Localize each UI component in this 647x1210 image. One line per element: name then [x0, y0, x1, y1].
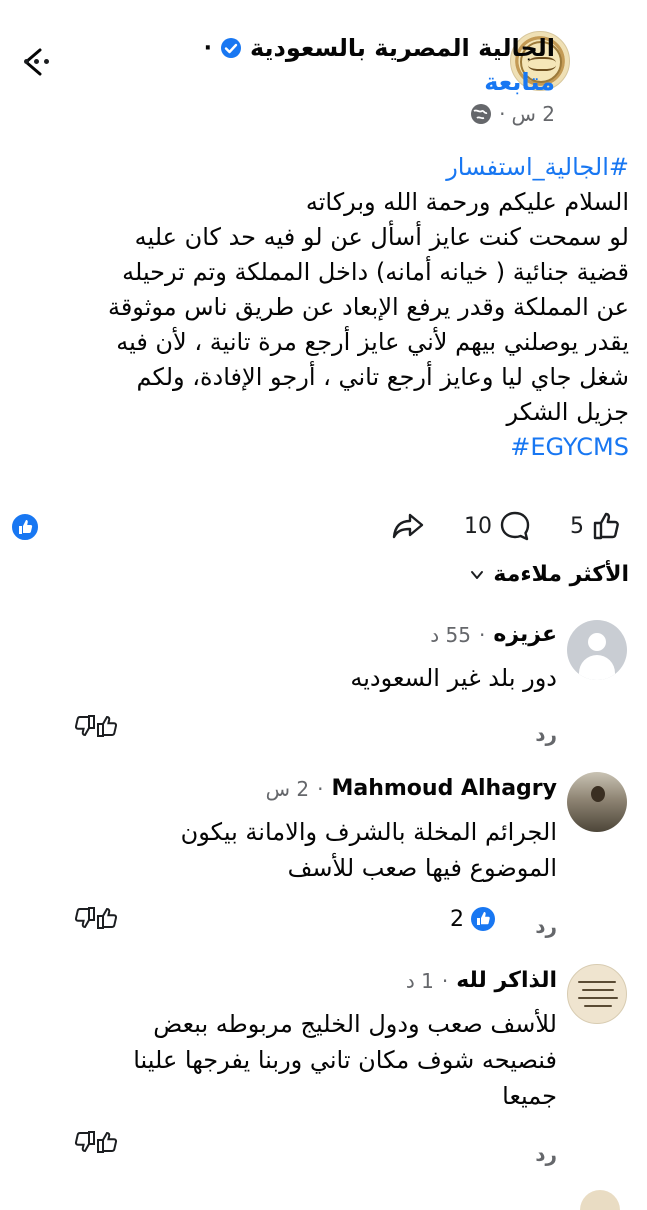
comment-like-count: 2 — [450, 906, 464, 932]
hashtag[interactable]: #الجالية_استفسار — [29, 150, 629, 185]
comment-separator: · — [317, 776, 324, 801]
comment-like-button[interactable] — [70, 1128, 122, 1162]
comment-line: الموضوع فيها صعب للأسف — [287, 854, 557, 882]
like-dislike-icon — [74, 907, 118, 929]
comment-text: دور بلد غير السعوديه — [17, 660, 557, 696]
sort-label: الأكثر ملاءمة — [493, 562, 629, 587]
comment-separator: · — [441, 968, 449, 993]
post-line: قضية جنائية ( خيانه أمانه) داخل المملكة … — [122, 258, 629, 286]
more-options-button[interactable] — [24, 48, 50, 74]
page-name[interactable]: الجالية المصرية بالسعودية — [250, 34, 555, 62]
title-separator: · — [203, 35, 212, 61]
meta-separator: · — [499, 102, 506, 126]
comment-like-button[interactable] — [70, 904, 122, 938]
comment-line: للأسف صعب ودول الخليج مربوطه ببعض — [153, 1010, 557, 1038]
reply-button[interactable]: رد — [535, 722, 557, 746]
post-meta: · 2 س — [469, 102, 555, 126]
comment-text: الجرائم المخلة بالشرف والامانة بيكون الم… — [17, 814, 557, 886]
avatar[interactable] — [567, 964, 627, 1024]
post-text: #الجالية_استفسار السلام عليكم ورحمة الله… — [29, 150, 629, 465]
share-button[interactable] — [390, 504, 426, 548]
avatar[interactable] — [567, 772, 627, 832]
thumbs-up-icon — [593, 512, 619, 540]
like-count: 5 — [570, 513, 584, 539]
comment-sort-dropdown[interactable]: الأكثر ملاءمة — [469, 562, 629, 587]
dot-icon — [24, 58, 29, 64]
dot-icon — [44, 58, 49, 64]
comment-like-button[interactable] — [70, 712, 122, 746]
avatar[interactable] — [567, 620, 627, 680]
comment-time[interactable]: 1 د — [406, 969, 434, 993]
like-reaction-icon — [471, 907, 495, 931]
comment-header: عزيزه · 55 د — [430, 622, 557, 647]
post-line: عن المملكة وقدر يرفع الإبعاد عن طريق ناس… — [107, 293, 629, 321]
like-dislike-icon — [74, 715, 118, 737]
like-button[interactable]: 5 — [570, 504, 624, 548]
chevron-down-icon — [471, 570, 484, 579]
post-line: لو سمحت كنت عايز أسأل عن لو فيه حد كان ع… — [134, 223, 629, 251]
comment-author[interactable]: الذاكر لله — [456, 968, 557, 993]
post-line: السلام عليكم ورحمة الله وبركاته — [305, 188, 629, 216]
comment-button[interactable]: 10 — [464, 504, 532, 548]
page-title-row: الجالية المصرية بالسعودية · — [85, 28, 555, 68]
post-time: 2 س — [511, 102, 555, 126]
comment-reactions[interactable]: 2 — [450, 906, 496, 932]
comment-icon — [500, 511, 530, 541]
comment-separator: · — [478, 622, 486, 647]
comment-author[interactable]: Mahmoud Alhagry — [331, 776, 557, 801]
follow-button[interactable]: متابعة — [484, 68, 555, 96]
comment-count: 10 — [464, 513, 492, 539]
comment-author[interactable]: عزيزه — [493, 622, 557, 647]
reply-button[interactable]: رد — [535, 914, 557, 938]
comment-text: للأسف صعب ودول الخليج مربوطه ببعض فنصيحه… — [17, 1006, 557, 1114]
dot-icon — [34, 58, 39, 64]
like-dislike-icon — [74, 1131, 118, 1153]
share-icon — [392, 513, 424, 539]
reply-button[interactable]: رد — [535, 1142, 557, 1166]
post-line: جزيل الشكر — [506, 398, 629, 426]
comment-line: فنصيحه شوف مكان تاني وربنا يفرجها علينا — [133, 1046, 557, 1074]
hashtag[interactable]: #EGYCMS — [29, 430, 629, 465]
globe-icon — [471, 104, 492, 124]
comment-header: الذاكر لله · 1 د — [406, 968, 557, 993]
comment-header: 2 س · Mahmoud Alhagry — [266, 776, 557, 801]
comment-line: دور بلد غير السعوديه — [350, 664, 557, 692]
like-reaction-icon[interactable] — [10, 512, 40, 542]
post-line: شغل جاي ليا وعايز أرجع تاني ، أرجو الإفا… — [136, 363, 629, 391]
comment-time[interactable]: 2 س — [266, 777, 310, 801]
avatar[interactable] — [580, 1190, 620, 1210]
comment-time[interactable]: 55 د — [430, 623, 471, 647]
comment-line: الجرائم المخلة بالشرف والامانة بيكون — [180, 818, 557, 846]
comment-line: جميعا — [502, 1082, 557, 1110]
verified-badge-icon — [220, 38, 241, 58]
post-line: يقدر يوصلني بيهم لأني عايز أرجع مرة تاني… — [116, 328, 629, 356]
